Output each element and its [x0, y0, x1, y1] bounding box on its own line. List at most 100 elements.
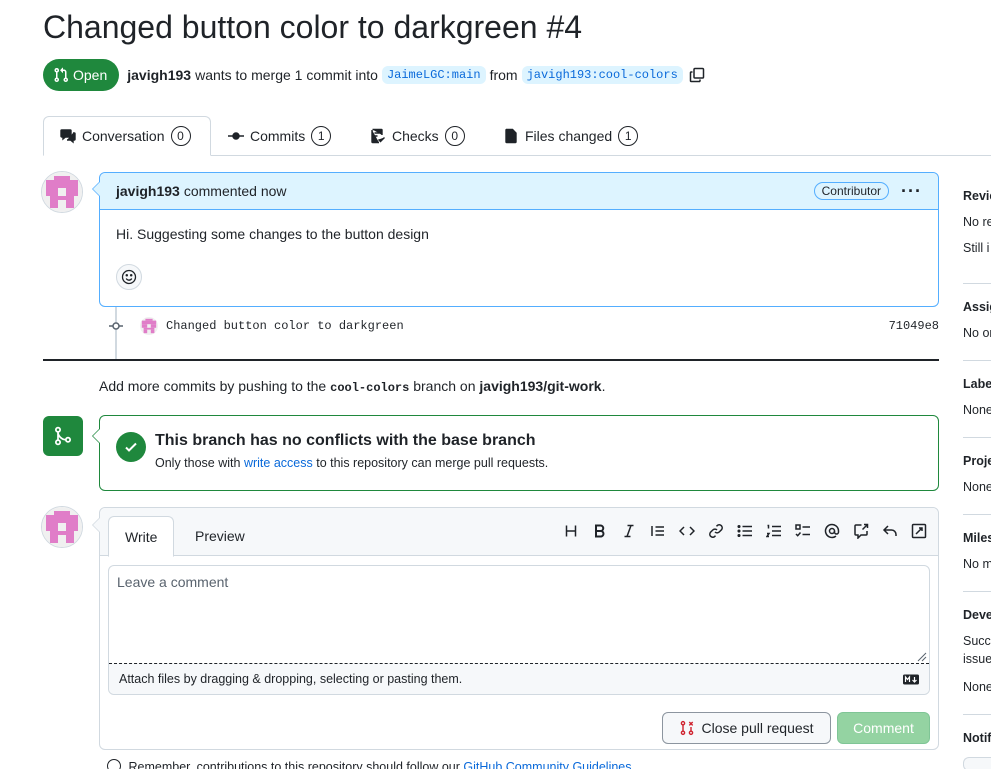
- sidebar-notifications-heading: Notif: [963, 731, 991, 745]
- tab-checks-label: Checks: [392, 128, 439, 144]
- push-note-repo: javigh193/git-work: [479, 378, 602, 394]
- italic-icon[interactable]: [620, 522, 638, 540]
- identicon-avatar: [42, 507, 82, 547]
- smiley-icon: [121, 269, 137, 285]
- mention-icon[interactable]: [823, 522, 841, 540]
- head-branch[interactable]: javigh193:cool-colors: [521, 66, 683, 84]
- tab-files-changed-label: Files changed: [525, 128, 613, 144]
- attach-files-bar[interactable]: Attach files by dragging & dropping, sel…: [109, 663, 929, 694]
- tab-files-changed[interactable]: Files changed 1: [503, 116, 639, 156]
- git-pull-request-closed-icon: [681, 720, 694, 736]
- sidebar-reviewers-heading[interactable]: Revie: [963, 189, 991, 203]
- checklist-icon: [371, 128, 385, 144]
- sidebar-labels-heading[interactable]: Labe: [963, 377, 991, 391]
- timeline-divider: [43, 359, 939, 361]
- sidebar-development-text-2: issue: [963, 652, 991, 666]
- ordered-list-icon[interactable]: [765, 522, 783, 540]
- pr-state-badge: Open: [43, 59, 120, 91]
- info-icon: [107, 759, 121, 769]
- reply-icon[interactable]: [881, 522, 899, 540]
- git-commit-icon: [107, 318, 125, 334]
- identicon-avatar: [42, 172, 82, 212]
- sidebar-development-text: Succ: [963, 634, 991, 648]
- merge-status-box: This branch has no conflicts with the ba…: [99, 415, 939, 491]
- cross-reference-icon[interactable]: [852, 522, 870, 540]
- sidebar-assignees-text: No on: [963, 326, 991, 340]
- quote-icon[interactable]: [649, 522, 667, 540]
- comment-submit-button[interactable]: Comment: [837, 712, 930, 744]
- tab-checks-count: 0: [444, 126, 465, 146]
- comment-body: Hi. Suggesting some changes to the butto…: [116, 226, 429, 242]
- tab-commits-count: 1: [311, 126, 332, 146]
- file-diff-icon: [505, 128, 517, 144]
- sidebar-divider: [963, 360, 991, 361]
- notifications-button[interactable]: [963, 757, 991, 769]
- guidelines-note: Remember, contributions to this reposito…: [107, 759, 632, 769]
- sidebar-development-heading[interactable]: Deve: [963, 608, 991, 622]
- comment-action: commented now: [183, 183, 287, 199]
- commit-sha[interactable]: 71049e8: [889, 319, 939, 333]
- avatar[interactable]: [41, 171, 83, 213]
- comment-caret-fill: [93, 182, 100, 196]
- merge-sub-suffix: to this repository can merge pull reques…: [316, 456, 549, 470]
- merge-status-subtitle: Only those with write access to this rep…: [155, 456, 548, 470]
- tab-checks[interactable]: Checks 0: [370, 116, 465, 156]
- sidebar-projects-heading[interactable]: Proje: [963, 454, 991, 468]
- attach-files-text: Attach files by dragging & dropping, sel…: [119, 672, 463, 686]
- task-list-icon[interactable]: [794, 522, 812, 540]
- base-branch[interactable]: JaimeLGC:main: [381, 66, 486, 84]
- editor-header: Write Preview: [100, 508, 938, 557]
- unordered-list-icon[interactable]: [736, 522, 754, 540]
- tab-conversation-label: Conversation: [82, 128, 165, 144]
- link-icon[interactable]: [707, 522, 725, 540]
- kebab-menu-icon[interactable]: ···: [901, 182, 922, 200]
- markdown-icon[interactable]: [903, 674, 919, 685]
- markdown-toolbar: [562, 522, 928, 540]
- pr-title: Changed button color to darkgreen #4: [43, 9, 583, 45]
- tab-conversation[interactable]: Conversation 0: [43, 116, 211, 156]
- push-note-middle: branch on: [413, 378, 476, 394]
- comment-author[interactable]: javigh193: [116, 183, 180, 199]
- merge-status-title: This branch has no conflicts with the ba…: [155, 432, 536, 449]
- resize-handle-icon[interactable]: [917, 652, 927, 662]
- sidebar-milestone-heading[interactable]: Miles: [963, 531, 991, 545]
- close-pull-request-button[interactable]: Close pull request: [662, 712, 831, 744]
- comment-header: javigh193 commented now Contributor ···: [100, 173, 938, 210]
- copy-icon[interactable]: [689, 67, 705, 83]
- write-access-link[interactable]: write access: [244, 456, 313, 470]
- sidebar-assignees-heading[interactable]: Assig: [963, 300, 991, 314]
- commit-message[interactable]: Changed button color to darkgreen: [166, 319, 404, 333]
- sidebar-divider: [963, 714, 991, 715]
- merge-caret-fill: [93, 429, 100, 443]
- commit-author-avatar[interactable]: [140, 317, 158, 335]
- comment-input[interactable]: [109, 566, 929, 664]
- git-commit-icon: [228, 132, 244, 140]
- merge-status-icon-box: [43, 416, 83, 456]
- editor-caret-fill: [93, 518, 100, 532]
- code-icon[interactable]: [678, 522, 696, 540]
- push-note: Add more commits by pushing to the cool-…: [99, 378, 605, 395]
- tab-commits[interactable]: Commits 1: [228, 116, 332, 156]
- sidebar-divider: [963, 437, 991, 438]
- sidebar-divider: [963, 514, 991, 515]
- pr-state-label: Open: [73, 67, 108, 83]
- pr-author-link[interactable]: javigh193: [127, 67, 191, 83]
- comment-editor: Write Preview Attach files by dragging &…: [99, 507, 939, 750]
- guidelines-prefix: Remember, contributions to this reposito…: [128, 760, 460, 769]
- community-guidelines-link[interactable]: GitHub Community Guidelines: [463, 760, 631, 769]
- sidebar-development-text-3: None: [963, 680, 991, 694]
- heading-icon[interactable]: [562, 522, 580, 540]
- git-pull-request-icon: [54, 67, 69, 83]
- avatar[interactable]: [41, 506, 83, 548]
- tab-write[interactable]: Write: [108, 516, 175, 557]
- sidebar-divider: [963, 283, 991, 284]
- fullscreen-icon[interactable]: [910, 522, 928, 540]
- add-reaction-button[interactable]: [116, 264, 142, 290]
- comment-box: javigh193 commented now Contributor ··· …: [99, 172, 939, 307]
- comment-discussion-icon: [60, 129, 76, 144]
- tab-files-changed-count: 1: [618, 126, 639, 146]
- contributor-badge: Contributor: [813, 182, 890, 200]
- tab-preview[interactable]: Preview: [179, 516, 261, 556]
- check-circle-icon: [116, 432, 146, 462]
- bold-icon[interactable]: [591, 522, 609, 540]
